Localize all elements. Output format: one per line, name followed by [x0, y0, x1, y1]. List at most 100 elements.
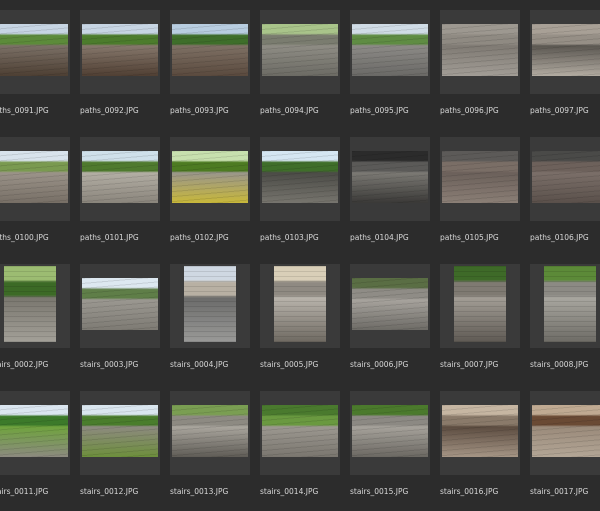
- thumbnail-item[interactable]: stairs_0006.JPG: [350, 264, 430, 384]
- thumbnail-item[interactable]: paths_0095.JPG: [350, 10, 430, 130]
- thumbnail-image[interactable]: [442, 405, 518, 457]
- thumbnail-item[interactable]: stairs_0008.JPG: [530, 264, 600, 384]
- thumbnail-label: stairs_0006.JPG: [350, 360, 409, 369]
- thumbnail-item[interactable]: stairs_0015.JPG: [350, 391, 430, 511]
- thumbnail-frame[interactable]: [80, 391, 160, 475]
- thumbnail-item[interactable]: stairs_0003.JPG: [80, 264, 160, 384]
- thumbnail-image[interactable]: [0, 24, 68, 76]
- thumbnail-item[interactable]: paths_0097.JPG: [530, 10, 600, 130]
- thumbnail-image[interactable]: [454, 266, 506, 342]
- thumbnail-image[interactable]: [172, 24, 248, 76]
- thumbnail-image[interactable]: [544, 266, 596, 342]
- thumbnail-image[interactable]: [82, 278, 158, 330]
- thumbnail-image[interactable]: [82, 405, 158, 457]
- thumbnail-item[interactable]: paths_0093.JPG: [170, 10, 250, 130]
- thumbnail-frame[interactable]: [260, 137, 340, 221]
- thumbnail-label: stairs_0016.JPG: [440, 487, 499, 496]
- thumbnail-frame[interactable]: [530, 10, 600, 94]
- thumbnail-image[interactable]: [172, 151, 248, 203]
- thumbnail-item[interactable]: stairs_0002.JPG: [0, 264, 70, 384]
- thumbnail-image[interactable]: [4, 266, 56, 342]
- thumbnail-item[interactable]: stairs_0007.JPG: [440, 264, 520, 384]
- thumbnail-frame[interactable]: [350, 137, 430, 221]
- thumbnail-label: stairs_0012.JPG: [80, 487, 139, 496]
- thumbnail-frame[interactable]: [0, 391, 70, 475]
- thumbnail-image[interactable]: [532, 24, 600, 76]
- thumbnail-frame[interactable]: [260, 391, 340, 475]
- thumbnail-item[interactable]: stairs_0005.JPG: [260, 264, 340, 384]
- thumbnail-frame[interactable]: [440, 137, 520, 221]
- thumbnail-label: paths_0096.JPG: [440, 106, 499, 115]
- thumbnail-frame[interactable]: [530, 391, 600, 475]
- thumbnail-label: paths_0094.JPG: [260, 106, 319, 115]
- thumbnail-image[interactable]: [442, 24, 518, 76]
- thumbnail-frame[interactable]: [440, 264, 520, 348]
- thumbnail-item[interactable]: paths_0103.JPG: [260, 137, 340, 257]
- thumbnail-label: paths_0106.JPG: [530, 233, 589, 242]
- thumbnail-item[interactable]: paths_0094.JPG: [260, 10, 340, 130]
- thumbnail-item[interactable]: paths_0101.JPG: [80, 137, 160, 257]
- thumbnail-label: paths_0102.JPG: [170, 233, 229, 242]
- thumbnail-frame[interactable]: [170, 391, 250, 475]
- thumbnail-frame[interactable]: [440, 391, 520, 475]
- thumbnail-item[interactable]: paths_0104.JPG: [350, 137, 430, 257]
- thumbnail-image[interactable]: [532, 151, 600, 203]
- thumbnail-label: paths_0091.JPG: [0, 106, 49, 115]
- thumbnail-item[interactable]: paths_0102.JPG: [170, 137, 250, 257]
- thumbnail-item[interactable]: paths_0105.JPG: [440, 137, 520, 257]
- thumbnail-frame[interactable]: [80, 10, 160, 94]
- thumbnail-image[interactable]: [184, 266, 236, 342]
- thumbnail-item[interactable]: paths_0091.JPG: [0, 10, 70, 130]
- thumbnail-frame[interactable]: [80, 264, 160, 348]
- thumbnail-item[interactable]: stairs_0012.JPG: [80, 391, 160, 511]
- thumbnail-image[interactable]: [0, 405, 68, 457]
- thumbnail-frame[interactable]: [440, 10, 520, 94]
- thumbnail-frame[interactable]: [530, 137, 600, 221]
- thumbnail-image[interactable]: [442, 151, 518, 203]
- thumbnail-label: stairs_0008.JPG: [530, 360, 589, 369]
- thumbnail-frame[interactable]: [350, 391, 430, 475]
- thumbnail-image[interactable]: [274, 266, 326, 342]
- thumbnail-image[interactable]: [82, 24, 158, 76]
- thumbnail-item[interactable]: stairs_0017.JPG: [530, 391, 600, 511]
- thumbnail-item[interactable]: paths_0096.JPG: [440, 10, 520, 130]
- thumbnail-image[interactable]: [532, 405, 600, 457]
- thumbnail-frame[interactable]: [170, 264, 250, 348]
- thumbnail-label: stairs_0015.JPG: [350, 487, 409, 496]
- thumbnail-label: paths_0100.JPG: [0, 233, 49, 242]
- thumbnail-frame[interactable]: [350, 10, 430, 94]
- thumbnail-frame[interactable]: [530, 264, 600, 348]
- thumbnail-image[interactable]: [172, 405, 248, 457]
- thumbnail-item[interactable]: stairs_0016.JPG: [440, 391, 520, 511]
- thumbnail-frame[interactable]: [0, 10, 70, 94]
- thumbnail-frame[interactable]: [350, 264, 430, 348]
- thumbnail-frame[interactable]: [260, 264, 340, 348]
- thumbnail-image[interactable]: [262, 24, 338, 76]
- thumbnail-image[interactable]: [352, 24, 428, 76]
- thumbnail-frame[interactable]: [80, 137, 160, 221]
- thumbnail-frame[interactable]: [170, 10, 250, 94]
- thumbnail-label: stairs_0011.JPG: [0, 487, 49, 496]
- thumbnail-image[interactable]: [82, 151, 158, 203]
- thumbnail-image[interactable]: [262, 151, 338, 203]
- thumbnail-image[interactable]: [352, 151, 428, 203]
- thumbnail-label: stairs_0017.JPG: [530, 487, 589, 496]
- thumbnail-image[interactable]: [352, 278, 428, 330]
- thumbnail-item[interactable]: paths_0100.JPG: [0, 137, 70, 257]
- thumbnail-frame[interactable]: [170, 137, 250, 221]
- thumbnail-frame[interactable]: [0, 264, 70, 348]
- thumbnail-frame[interactable]: [0, 137, 70, 221]
- thumbnail-image[interactable]: [0, 151, 68, 203]
- thumbnail-item[interactable]: stairs_0014.JPG: [260, 391, 340, 511]
- thumbnail-item[interactable]: stairs_0011.JPG: [0, 391, 70, 511]
- thumbnail-item[interactable]: paths_0106.JPG: [530, 137, 600, 257]
- thumbnail-frame[interactable]: [260, 10, 340, 94]
- thumbnail-item[interactable]: paths_0092.JPG: [80, 10, 160, 130]
- thumbnail-image[interactable]: [352, 405, 428, 457]
- thumbnail-label: stairs_0013.JPG: [170, 487, 229, 496]
- thumbnail-image[interactable]: [262, 405, 338, 457]
- thumbnail-label: stairs_0002.JPG: [0, 360, 49, 369]
- thumbnail-item[interactable]: stairs_0004.JPG: [170, 264, 250, 384]
- thumbnail-label: paths_0101.JPG: [80, 233, 139, 242]
- thumbnail-item[interactable]: stairs_0013.JPG: [170, 391, 250, 511]
